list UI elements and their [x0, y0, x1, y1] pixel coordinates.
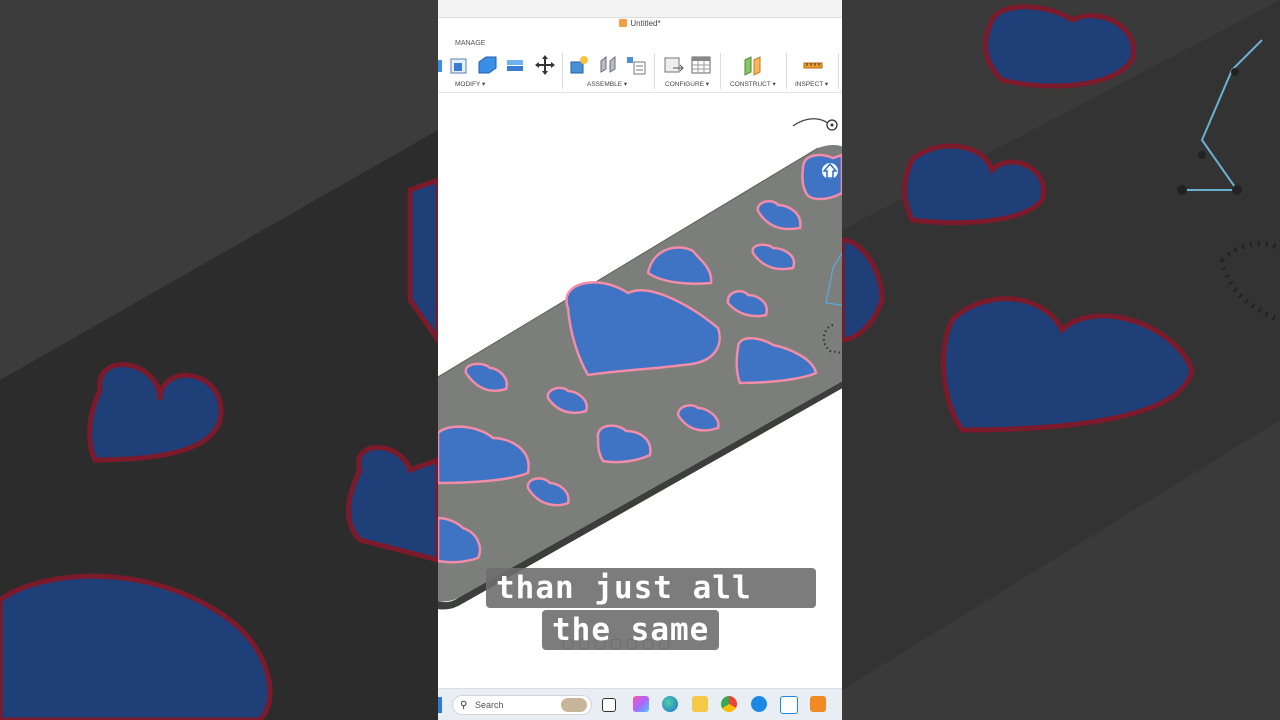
manage-tab-label[interactable]: MANAGE: [455, 40, 485, 47]
joint-icon[interactable]: [597, 54, 619, 76]
search-icon: ⚲: [460, 700, 468, 711]
toolbar-ribbon: MODIFY ▾ ASSEMBLE ▾ CONFIGURE ▾ CONSTRUC…: [438, 50, 842, 93]
fusion-app-window: Untitled* MANAGE MODIFY ▾ ASSEMBLE ▾ CON…: [438, 0, 842, 720]
caption-line-2: the same: [542, 610, 720, 650]
caption-line-1: than just all: [486, 568, 816, 608]
shell-icon[interactable]: [504, 54, 526, 76]
start-button-edge[interactable]: [438, 697, 442, 713]
blurred-backdrop-left: [0, 0, 438, 720]
toolbar-divider: [786, 53, 787, 89]
window-app-icon[interactable]: [780, 696, 798, 714]
toolbar-divider: [562, 53, 563, 89]
edge-browser-icon[interactable]: [662, 696, 678, 712]
document-box-icon: [619, 19, 628, 27]
press-pull-icon[interactable]: [448, 54, 470, 76]
extrude-arrow-manipulator: [822, 162, 838, 179]
search-placeholder: Search: [475, 700, 504, 710]
inspect-menu-label[interactable]: INSPECT ▾: [795, 80, 828, 88]
cut-off-tool-icon[interactable]: [438, 54, 444, 76]
taskbar-search-box[interactable]: ⚲ Search: [452, 695, 592, 715]
chrome-icon[interactable]: [721, 696, 737, 712]
app-c-icon[interactable]: [751, 696, 767, 712]
file-explorer-icon[interactable]: [692, 696, 708, 712]
as-built-joint-icon[interactable]: [625, 54, 647, 76]
windows-taskbar: ⚲ Search: [438, 688, 842, 720]
configure-menu-label[interactable]: CONFIGURE ▾: [665, 80, 709, 88]
document-title: Untitled*: [438, 19, 842, 28]
blurred-backdrop-right: [842, 0, 1280, 720]
new-component-icon[interactable]: [568, 54, 590, 76]
offset-plane-icon[interactable]: [742, 54, 764, 76]
toolbar-divider: [654, 53, 655, 89]
task-view-icon[interactable]: [602, 698, 616, 712]
move-icon[interactable]: [534, 54, 556, 76]
document-title-text: Untitled*: [630, 19, 661, 28]
assemble-menu-label[interactable]: ASSEMBLE ▾: [587, 80, 627, 88]
window-titlebar: [438, 0, 842, 18]
configure-design-icon[interactable]: [662, 54, 684, 76]
search-highlight-art: [561, 698, 587, 712]
configuration-table-icon[interactable]: [690, 54, 712, 76]
toolbar-divider: [838, 53, 839, 89]
modify-menu-label[interactable]: MODIFY ▾: [455, 80, 485, 88]
fillet-icon[interactable]: [476, 54, 498, 76]
fusion-360-icon[interactable]: [810, 696, 826, 712]
toolbar-divider: [720, 53, 721, 89]
measure-icon[interactable]: [802, 54, 824, 76]
copilot-icon[interactable]: [633, 696, 649, 712]
construct-menu-label[interactable]: CONSTRUCT ▾: [730, 80, 776, 88]
